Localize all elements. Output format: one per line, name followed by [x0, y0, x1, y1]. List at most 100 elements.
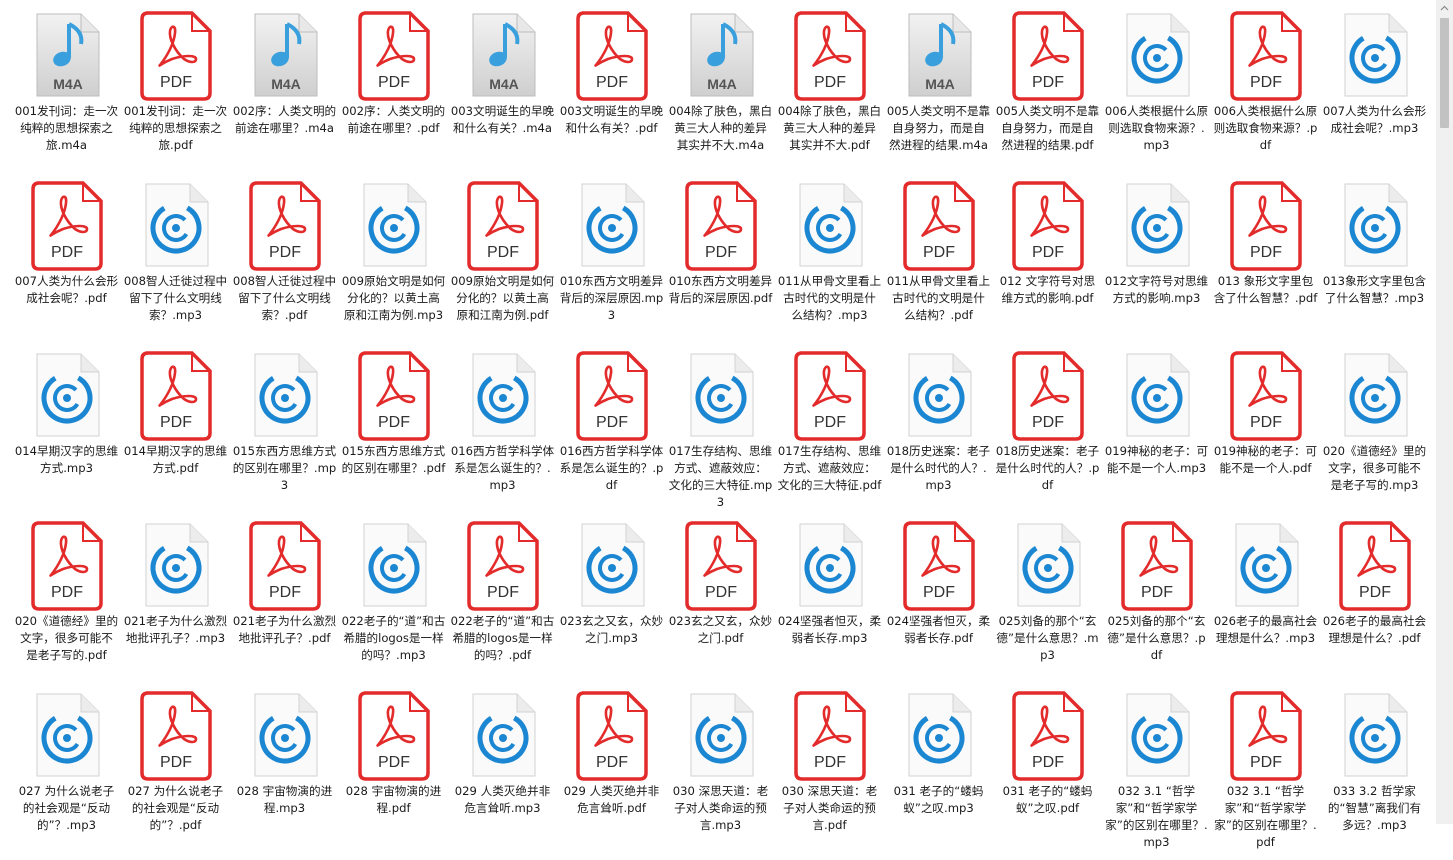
- mp3-audio-file-icon[interactable]: [448, 690, 557, 780]
- file-item[interactable]: PDF 004除了肤色，黑白黄三大人种的差异其实并不大.pdf: [775, 10, 884, 180]
- file-item[interactable]: PDF 025刘备的那个“玄德”是什么意思？.pdf: [1102, 520, 1211, 690]
- file-item[interactable]: 018历史迷案：老子是什么时代的人？.mp3: [884, 350, 993, 520]
- pdf-file-icon[interactable]: PDF: [448, 520, 557, 611]
- file-name-label[interactable]: 012文字符号对思维方式的影响.mp3: [1105, 273, 1209, 307]
- file-item[interactable]: 031 老子的“蝼蚂蚁”之叹.mp3: [884, 690, 993, 860]
- file-name-label[interactable]: 016西方哲学科学体系是怎么诞生的？.mp3: [451, 443, 555, 494]
- pdf-file-icon[interactable]: PDF: [121, 690, 230, 781]
- scroll-up-arrow-icon[interactable]: [1436, 0, 1453, 17]
- file-name-label[interactable]: 021老子为什么激烈地批评孔子？.mp3: [124, 613, 228, 647]
- mp3-audio-file-icon[interactable]: [884, 690, 993, 780]
- file-item[interactable]: 032 3.1 “哲学家”和“哲学家学家”的区别在哪里？.mp3: [1102, 690, 1211, 860]
- file-name-label[interactable]: 004除了肤色，黑白黄三大人种的差异其实并不大.m4a: [669, 103, 773, 154]
- file-name-label[interactable]: 032 3.1 “哲学家”和“哲学家学家”的区别在哪里？.pdf: [1214, 783, 1318, 851]
- file-item[interactable]: PDF 012 文字符号对思维方式的影响.pdf: [993, 180, 1102, 350]
- file-name-label[interactable]: 023玄之又玄，众妙之门.pdf: [669, 613, 773, 647]
- file-item[interactable]: 010东西方文明差异背后的深层原因.mp3: [557, 180, 666, 350]
- file-name-label[interactable]: 014早期汉字的思维方式.mp3: [15, 443, 119, 477]
- file-name-label[interactable]: 017生存结构、思维方式、遮蔽效应：文化的三大特征.mp3: [669, 443, 773, 511]
- pdf-file-icon[interactable]: PDF: [230, 180, 339, 271]
- file-item[interactable]: 007人类为什么会形成社会呢？.mp3: [1320, 10, 1429, 180]
- file-name-label[interactable]: 007人类为什么会形成社会呢？.pdf: [15, 273, 119, 307]
- file-name-label[interactable]: 013 象形文字里包含了什么智慧？.pdf: [1214, 273, 1318, 307]
- mp3-audio-file-icon[interactable]: [1102, 10, 1211, 100]
- file-item[interactable]: 014早期汉字的思维方式.mp3: [12, 350, 121, 520]
- pdf-file-icon[interactable]: PDF: [1102, 520, 1211, 611]
- mp3-audio-file-icon[interactable]: [1211, 520, 1320, 610]
- file-item[interactable]: 022老子的“道”和古希腊的logos是一样的吗？.mp3: [339, 520, 448, 690]
- file-item[interactable]: 015东西方思维方式的区别在哪里？.mp3: [230, 350, 339, 520]
- file-name-label[interactable]: 027 为什么说老子的社会观是“反动的”？.pdf: [124, 783, 228, 834]
- pdf-file-icon[interactable]: PDF: [884, 520, 993, 611]
- file-name-label[interactable]: 024坚强者怛灭，柔弱者长存.mp3: [778, 613, 882, 647]
- file-name-label[interactable]: 017生存结构、思维方式、遮蔽效应：文化的三大特征.pdf: [778, 443, 882, 494]
- pdf-file-icon[interactable]: PDF: [339, 350, 448, 441]
- file-name-label[interactable]: 005人类文明不是靠自身努力，而是自然进程的结果.m4a: [887, 103, 991, 154]
- file-item[interactable]: 009原始文明是如何分化的？以黄土高原和江南为例.mp3: [339, 180, 448, 350]
- file-name-label[interactable]: 015东西方思维方式的区别在哪里？.mp3: [233, 443, 337, 494]
- file-item[interactable]: 017生存结构、思维方式、遮蔽效应：文化的三大特征.mp3: [666, 350, 775, 520]
- mp3-audio-file-icon[interactable]: [1102, 690, 1211, 780]
- mp3-audio-file-icon[interactable]: [121, 520, 230, 610]
- file-item[interactable]: M4A 002序：人类文明的前途在哪里？.m4a: [230, 10, 339, 180]
- file-name-label[interactable]: 020《道德经》里的文字，很多可能不是老子写的.mp3: [1323, 443, 1427, 494]
- file-item[interactable]: PDF 011从甲骨文里看上古时代的文明是什么结构？.pdf: [884, 180, 993, 350]
- file-item[interactable]: PDF 003文明诞生的早晚和什么有关？.pdf: [557, 10, 666, 180]
- file-name-label[interactable]: 010东西方文明差异背后的深层原因.pdf: [669, 273, 773, 307]
- file-name-label[interactable]: 007人类为什么会形成社会呢？.mp3: [1323, 103, 1427, 137]
- file-name-label[interactable]: 026老子的最高社会理想是什么？.pdf: [1323, 613, 1427, 647]
- pdf-file-icon[interactable]: PDF: [666, 520, 775, 611]
- file-item[interactable]: PDF 016西方哲学科学体系是怎么诞生的？.pdf: [557, 350, 666, 520]
- file-item[interactable]: M4A 004除了肤色，黑白黄三大人种的差异其实并不大.m4a: [666, 10, 775, 180]
- file-item[interactable]: PDF 020《道德经》里的文字，很多可能不是老子写的.pdf: [12, 520, 121, 690]
- file-name-label[interactable]: 029 人类灭绝并非危言耸听.mp3: [451, 783, 555, 817]
- file-item[interactable]: 019神秘的老子：可能不是一个人.mp3: [1102, 350, 1211, 520]
- file-name-label[interactable]: 009原始文明是如何分化的？以黄土高原和江南为例.pdf: [451, 273, 555, 324]
- pdf-file-icon[interactable]: PDF: [775, 690, 884, 781]
- file-name-label[interactable]: 003文明诞生的早晚和什么有关？.pdf: [560, 103, 664, 137]
- file-item[interactable]: 028 宇宙物演的进程.mp3: [230, 690, 339, 860]
- file-name-label[interactable]: 016西方哲学科学体系是怎么诞生的？.pdf: [560, 443, 664, 494]
- mp3-audio-file-icon[interactable]: [339, 180, 448, 270]
- file-name-label[interactable]: 011从甲骨文里看上古时代的文明是什么结构？.pdf: [887, 273, 991, 324]
- file-name-label[interactable]: 025刘备的那个“玄德”是什么意思？.mp3: [996, 613, 1100, 664]
- file-name-label[interactable]: 001发刊词：走一次纯粹的思想探索之旅.m4a: [15, 103, 119, 154]
- file-item[interactable]: 025刘备的那个“玄德”是什么意思？.mp3: [993, 520, 1102, 690]
- m4a-audio-file-icon[interactable]: M4A: [448, 10, 557, 100]
- vertical-scrollbar[interactable]: [1436, 0, 1453, 824]
- pdf-file-icon[interactable]: PDF: [339, 690, 448, 781]
- file-name-label[interactable]: 032 3.1 “哲学家”和“哲学家学家”的区别在哪里？.mp3: [1105, 783, 1209, 851]
- pdf-file-icon[interactable]: PDF: [12, 180, 121, 271]
- file-item[interactable]: PDF 028 宇宙物演的进程.pdf: [339, 690, 448, 860]
- file-item[interactable]: PDF 029 人类灭绝并非危言耸听.pdf: [557, 690, 666, 860]
- file-name-label[interactable]: 024坚强者怛灭，柔弱者长存.pdf: [887, 613, 991, 647]
- file-item[interactable]: PDF 015东西方思维方式的区别在哪里？.pdf: [339, 350, 448, 520]
- mp3-audio-file-icon[interactable]: [775, 520, 884, 610]
- file-item[interactable]: PDF 023玄之又玄，众妙之门.pdf: [666, 520, 775, 690]
- pdf-file-icon[interactable]: PDF: [666, 180, 775, 271]
- file-name-label[interactable]: 011从甲骨文里看上古时代的文明是什么结构？.mp3: [778, 273, 882, 324]
- pdf-file-icon[interactable]: PDF: [1211, 180, 1320, 271]
- pdf-file-icon[interactable]: PDF: [1211, 690, 1320, 781]
- file-name-label[interactable]: 028 宇宙物演的进程.pdf: [342, 783, 446, 817]
- mp3-audio-file-icon[interactable]: [230, 350, 339, 440]
- file-item[interactable]: PDF 008智人迁徙过程中留下了什么文明线索？.pdf: [230, 180, 339, 350]
- file-item[interactable]: PDF 027 为什么说老子的社会观是“反动的”？.pdf: [121, 690, 230, 860]
- file-name-label[interactable]: 014早期汉字的思维方式.pdf: [124, 443, 228, 477]
- mp3-audio-file-icon[interactable]: [666, 350, 775, 440]
- file-item[interactable]: PDF 002序：人类文明的前途在哪里？.pdf: [339, 10, 448, 180]
- file-name-label[interactable]: 027 为什么说老子的社会观是“反动的”？.mp3: [15, 783, 119, 834]
- pdf-file-icon[interactable]: PDF: [121, 10, 230, 101]
- mp3-audio-file-icon[interactable]: [1102, 180, 1211, 270]
- file-name-label[interactable]: 030 深思天道：老子对人类命运的预言.pdf: [778, 783, 882, 834]
- file-name-label[interactable]: 003文明诞生的早晚和什么有关？.m4a: [451, 103, 555, 137]
- file-item[interactable]: PDF 006人类根据什么原则选取食物来源？.pdf: [1211, 10, 1320, 180]
- file-name-label[interactable]: 022老子的“道”和古希腊的logos是一样的吗？.pdf: [451, 613, 555, 664]
- pdf-file-icon[interactable]: PDF: [557, 350, 666, 441]
- file-name-label[interactable]: 012 文字符号对思维方式的影响.pdf: [996, 273, 1100, 307]
- mp3-audio-file-icon[interactable]: [1102, 350, 1211, 440]
- m4a-audio-file-icon[interactable]: M4A: [666, 10, 775, 100]
- file-name-label[interactable]: 006人类根据什么原则选取食物来源？.mp3: [1105, 103, 1209, 154]
- file-name-label[interactable]: 010东西方文明差异背后的深层原因.mp3: [560, 273, 664, 324]
- mp3-audio-file-icon[interactable]: [557, 180, 666, 270]
